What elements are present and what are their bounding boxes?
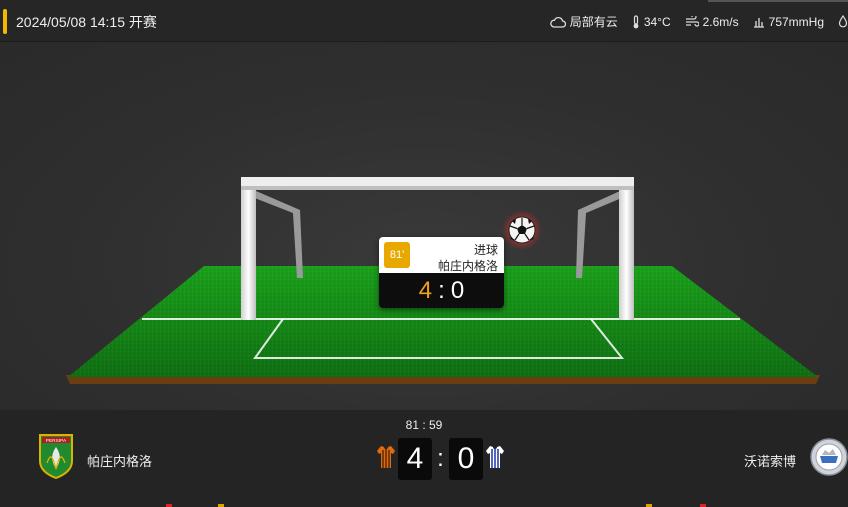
weather-wind: 2.6m/s — [685, 15, 739, 29]
event-type-label: 进球 — [473, 243, 498, 257]
weather-info: 局部有云 34°C 2.6m/s 757mmHg — [550, 13, 848, 30]
weather-temperature: 34°C — [632, 15, 671, 29]
weather-humidity — [838, 15, 848, 28]
scoreboard: 81 : 59 PERSIPA 帕庄内格洛 4 : 0 沃诺索博 — [0, 410, 848, 507]
event-minute-badge: 81' — [384, 242, 410, 268]
pitch-view: 81' 进球 帕庄内格洛 4 : 0 — [0, 43, 848, 410]
thermometer-icon — [632, 14, 640, 29]
away-crest-logo — [810, 437, 848, 482]
svg-text:PERSIPA: PERSIPA — [46, 438, 67, 444]
event-score-home: 4 — [418, 276, 433, 304]
event-team-name: 帕庄内格洛 — [437, 259, 498, 273]
pitch-graphic — [66, 177, 820, 384]
wind-speed-text: 2.6m/s — [702, 14, 739, 29]
match-clock: 81 : 59 — [405, 418, 443, 432]
temperature-text: 34°C — [643, 14, 671, 29]
header-top-line — [708, 0, 848, 2]
goal-left-post — [241, 178, 256, 320]
home-score: 4 — [398, 438, 432, 480]
event-score-away: 0 — [450, 276, 465, 304]
persipa-crest-logo: PERSIPA — [38, 433, 74, 484]
weather-condition: 局部有云 — [550, 13, 618, 30]
goal-back-left-post — [252, 191, 303, 278]
wind-icon — [685, 15, 699, 28]
pressure-icon — [753, 16, 765, 28]
home-team-name: 帕庄内格洛 — [87, 454, 153, 469]
weather-condition-text: 局部有云 — [569, 15, 618, 29]
main-score: 4 : 0 — [374, 438, 507, 480]
event-score: 4 : 0 — [379, 273, 504, 308]
match-live-widget: 2024/05/08 14:15 开赛 局部有云 34°C 2.6m/s 757… — [0, 0, 848, 507]
soccer-ball-icon — [502, 210, 542, 250]
event-score-separator: : — [438, 276, 445, 304]
away-team-name: 沃诺索博 — [743, 454, 796, 469]
match-start-time: 2024/05/08 14:15 开赛 — [16, 14, 157, 30]
pressure-text: 757mmHg — [768, 14, 824, 29]
away-score: 0 — [449, 438, 483, 480]
home-jersey-icon — [376, 445, 396, 474]
goal-back-right-post — [576, 191, 624, 278]
weather-pressure: 757mmHg — [753, 15, 824, 29]
away-jersey-icon — [485, 445, 505, 474]
goal-event-card: 81' 进球 帕庄内格洛 4 : 0 — [379, 237, 504, 308]
score-colon: : — [437, 445, 444, 472]
header-accent-bar — [3, 9, 7, 34]
cloud-icon — [550, 16, 566, 28]
match-header: 2024/05/08 14:15 开赛 局部有云 34°C 2.6m/s 757… — [0, 0, 848, 42]
goal-right-post — [619, 178, 634, 320]
droplet-icon — [838, 15, 848, 28]
